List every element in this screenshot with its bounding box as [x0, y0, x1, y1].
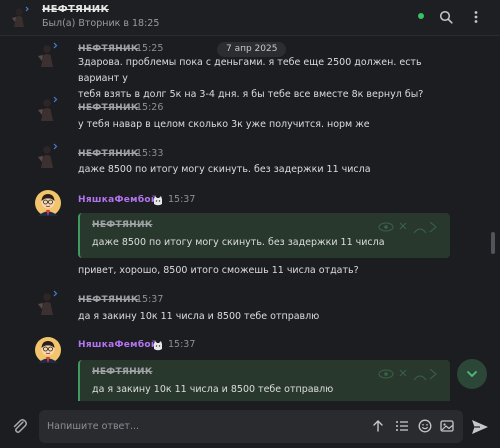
paperclip-icon[interactable] [10, 417, 30, 437]
message-text: привет, хорошо, 8500 итого сможешь 11 чи… [78, 263, 438, 279]
message-list[interactable]: 7 апр 2025 НЕФТЯНИК 15:25 Здарова. пробл… [0, 37, 500, 401]
author-avatar[interactable] [35, 143, 61, 169]
quote-author: НЕФТЯНИК [92, 220, 153, 230]
cat-badge-icon [154, 341, 162, 351]
arrow-up-icon[interactable] [370, 418, 386, 434]
quote-text: да я закину 10к 11 числа и 8500 тебе отп… [92, 384, 334, 395]
reply-quote[interactable]: НЕФТЯНИК да я закину 10к 11 числа и 8500… [78, 360, 450, 401]
message-line: привет, хорошо, 8500 итого сможешь 11 чи… [78, 265, 359, 276]
quote-text: даже 8500 по итогу могу скинуть. без зад… [92, 237, 385, 248]
message-line: да я закину 10к 11 числа и 8500 тебе отп… [78, 311, 320, 322]
author-avatar[interactable] [35, 96, 61, 122]
author-avatar[interactable] [35, 337, 61, 363]
message-time: 15:37 [168, 194, 196, 205]
message-line: тебя взять в долг 5к на 3-4 дня. я бы те… [78, 89, 424, 100]
message-author[interactable]: НЕФТЯНИК [78, 44, 139, 54]
message-author[interactable]: НЕФТЯНИК [78, 103, 139, 113]
quote-pattern [378, 221, 437, 234]
list-icon[interactable] [394, 418, 410, 434]
message-input-box[interactable] [39, 410, 463, 443]
message-author[interactable]: НЕФТЯНИК [78, 295, 139, 305]
contact-last-seen: Был(а) Вторник в 18:25 [42, 18, 160, 29]
quote-author: НЕФТЯНИК [92, 367, 153, 377]
emoji-icon[interactable] [417, 418, 433, 434]
message-time: 15:25 [136, 43, 164, 54]
message-time: 15:33 [136, 148, 164, 159]
scrollbar-thumb[interactable] [491, 232, 495, 254]
message-author[interactable]: НяшкаФембой [78, 195, 158, 205]
chevron-down-icon [467, 371, 477, 377]
composer [0, 405, 500, 448]
message-time: 15:37 [168, 339, 196, 350]
image-icon[interactable] [439, 418, 455, 434]
more-vertical-icon[interactable] [467, 8, 485, 26]
contact-avatar[interactable] [8, 5, 32, 29]
message-text: Здарова. проблемы пока с деньгами. я теб… [78, 55, 458, 103]
cat-badge-icon [154, 196, 162, 206]
online-status-dot [418, 13, 424, 19]
message-line: Здарова. проблемы пока с деньгами. я теб… [78, 57, 422, 84]
message-time: 15:37 [136, 294, 164, 305]
message-text: у тебя навар в целом сколько 3к уже полу… [78, 117, 438, 133]
author-avatar[interactable] [35, 290, 61, 316]
quote-pattern [378, 368, 437, 381]
author-avatar[interactable] [35, 42, 61, 68]
message-text: да я закину 10к 11 числа и 8500 тебе отп… [78, 309, 438, 325]
author-avatar[interactable] [35, 190, 61, 216]
search-icon[interactable] [437, 8, 455, 26]
send-icon[interactable] [470, 417, 490, 437]
contact-name[interactable]: НЕФТЯНИК [42, 4, 109, 15]
message-line: у тебя навар в целом сколько 3к уже полу… [78, 119, 370, 130]
message-text: даже 8500 по итогу могу скинуть. без зад… [78, 162, 438, 178]
message-input[interactable] [47, 416, 347, 436]
message-time: 15:26 [136, 102, 164, 113]
message-author[interactable]: НяшкаФембой [78, 340, 158, 350]
scroll-to-bottom-button[interactable] [457, 359, 487, 389]
message-author[interactable]: НЕФТЯНИК [78, 149, 139, 159]
chat-header: НЕФТЯНИК Был(а) Вторник в 18:25 [0, 0, 500, 36]
message-line: даже 8500 по итогу могу скинуть. без зад… [78, 164, 371, 175]
reply-quote[interactable]: НЕФТЯНИК даже 8500 по итогу могу скинуть… [78, 213, 450, 258]
